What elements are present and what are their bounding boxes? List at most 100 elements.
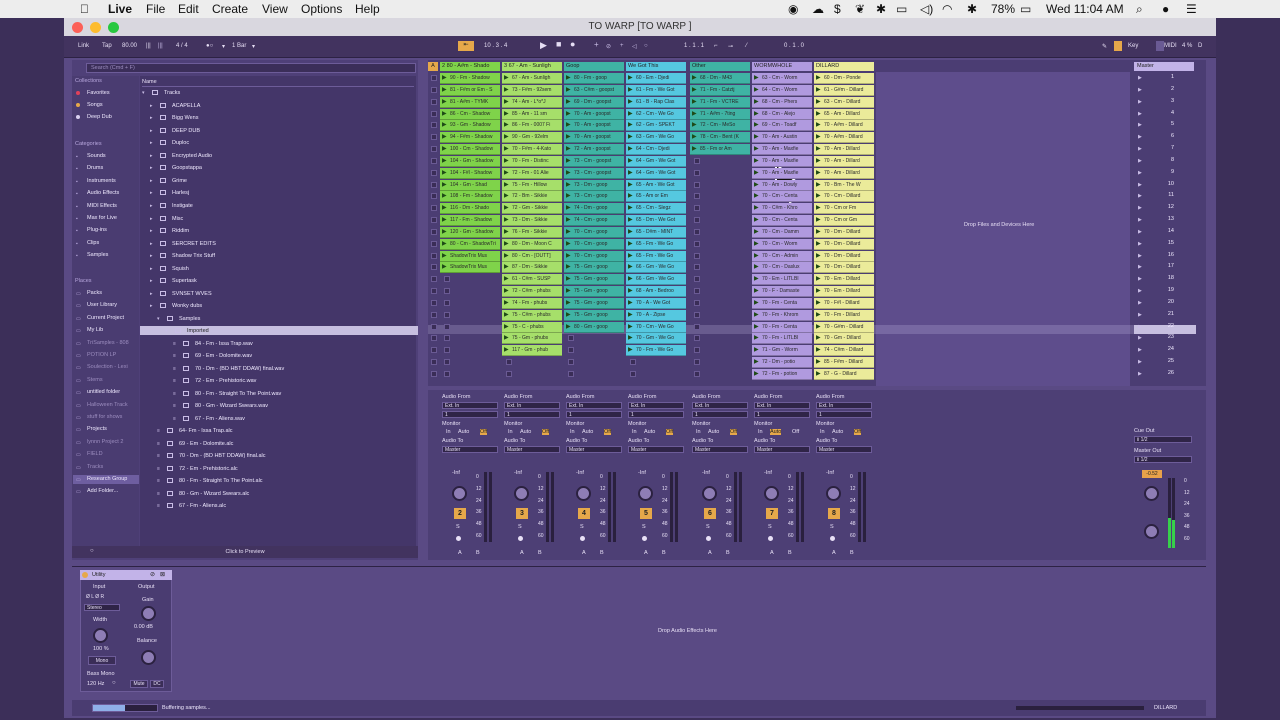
clip-slot[interactable]: 74 - Am - L*o*J [502,96,562,108]
audio-to-select[interactable]: Master [816,446,872,453]
scene-launch-icon[interactable]: ▶ [1138,193,1142,199]
track-a-slot-button[interactable] [431,335,437,342]
monitor-off-button[interactable]: Off [730,429,738,435]
cloud-icon[interactable]: ☁ [812,2,824,16]
browser-tree-item[interactable]: Harlesj [172,190,189,196]
clip-slot[interactable]: 93 - Gm - Shadow [440,120,500,132]
monitor-auto-button[interactable]: Auto [458,429,469,435]
clip-slot[interactable]: 62 - Gm - SPEKT [626,120,686,132]
empty-clip-slot-button[interactable] [694,299,700,306]
monitor-off-button[interactable]: Off [542,429,550,435]
browser-tree-item[interactable]: SERCRET EDITS [172,241,216,247]
browser-tree-item[interactable]: ACAPELLA [172,103,200,109]
clip-slot[interactable]: 65 - Am - Dillard [814,108,874,120]
browser-tree-item[interactable]: SVNSET WVES [172,291,212,297]
scene-number[interactable]: 22 [1162,323,1174,329]
category-item[interactable]: Instruments [87,178,116,184]
search-icon[interactable]: ⌕ [1136,2,1143,17]
scene-launch-icon[interactable]: ▶ [1138,134,1142,140]
bluetooth-2-icon[interactable]: ✱ [967,2,977,16]
clip-slot[interactable]: 86 - Cm - Shadow [440,108,500,120]
clip-slot[interactable]: 72 - Am - goopst [564,144,624,156]
cue-out-select[interactable]: ii 1/2 [1134,436,1192,443]
clip-slot[interactable]: 66 - Gm - We Go [626,262,686,274]
leaf-icon[interactable]: ❦ [855,2,865,16]
clip-slot[interactable]: 70 - Am - Maxfie [752,167,812,179]
scene-launch-icon[interactable]: ▶ [1138,359,1142,365]
clip-slot[interactable]: 66 - Gm - We Go [626,274,686,286]
menu-file[interactable]: File [146,2,165,16]
category-item[interactable]: MIDI Effects [87,203,117,209]
tempo-field[interactable]: 80.00 [122,43,137,49]
input-channel-select[interactable]: 1 [692,411,748,418]
scene-launch-icon[interactable]: ▶ [1138,205,1142,211]
empty-clip-slot-button[interactable] [506,371,512,377]
tree-expander-icon[interactable]: ▸ [150,266,153,272]
empty-clip-slot-button[interactable] [444,276,450,283]
drop-area[interactable] [876,72,1130,386]
zoom-window-button[interactable] [108,22,119,33]
clip-slot[interactable]: 60 - Em - Djedi [626,73,686,84]
scene-launch-icon[interactable]: ▶ [1138,182,1142,188]
clip-slot[interactable]: 68 - Cm - Alejo [752,108,812,120]
clip-slot[interactable]: 63 - Cm - Dillard [814,96,874,108]
track-a-slot-button[interactable] [431,98,437,105]
arm-button[interactable] [830,536,835,541]
battery-icon[interactable]: ▭ [1020,2,1031,16]
crossfade-a-button[interactable]: A [832,550,836,556]
volume-readout[interactable]: -Inf [452,470,460,476]
device-settings-icon[interactable]: ⊘ [150,571,155,578]
clip-slot[interactable]: 108 - Fm - Shadow [440,191,500,203]
monitor-auto-button[interactable]: Auto [644,429,655,435]
clip-slot[interactable]: 70 - Cm - Worm [752,238,812,250]
clip-slot[interactable]: 75 - Gm - goop [564,274,624,286]
browser-tree-item[interactable]: 80 - Fm - Straight To The Point.wav [195,391,281,397]
clip-slot[interactable]: 70 - Cm - We Go [626,321,686,333]
empty-clip-slot-button[interactable] [694,181,700,188]
quantize-select[interactable]: 1 Bar [232,43,246,49]
empty-clip-slot-button[interactable] [694,157,700,164]
volume-readout[interactable]: -Inf [576,470,584,476]
empty-clip-slot-button[interactable] [444,359,450,366]
scene-number[interactable]: 14 [1162,228,1174,234]
track-a-slot-button[interactable] [431,264,437,271]
link-button[interactable]: Link [78,43,89,49]
clip-slot[interactable]: 70 - Fm - We Go [626,345,686,357]
track-activator[interactable]: 3 [516,508,528,519]
menu-edit[interactable]: Edit [178,2,199,16]
category-item[interactable]: Max for Live [87,215,117,221]
clip-slot[interactable]: 72 - Fm - potion [752,369,812,380]
monitor-in-button[interactable]: In [570,429,575,435]
clip-slot[interactable]: 64 - Gm - We Got [626,155,686,167]
dc-button[interactable]: DC [150,680,164,688]
clip-slot[interactable]: 72 - Gm - Sikkie [502,203,562,215]
width-value[interactable]: 100 % [93,646,109,652]
place-item[interactable]: Packs [87,290,102,296]
solo-button[interactable]: S [456,524,460,530]
clip-slot[interactable]: 120 - Gm - Shadow [440,226,500,238]
crossfade-b-button[interactable]: B [726,550,730,556]
category-item[interactable]: Samples [87,252,108,258]
monitor-in-button[interactable]: In [508,429,513,435]
clip-slot[interactable]: 70 - A#m - Dillard [814,120,874,132]
audio-from-select[interactable]: Ext. In [816,402,872,409]
clip-slot[interactable]: 75 - Fm - Hillow [502,179,562,191]
tree-expander-icon[interactable]: ≡ [173,341,176,347]
clip-slot[interactable]: 64 - Gm - We Got [626,167,686,179]
input-channel-select[interactable]: 1 [504,411,560,418]
collection-item[interactable]: Favorites [87,90,110,96]
pan-knob[interactable] [514,486,529,501]
clip-slot[interactable]: 70 - Fm - Distinc [502,155,562,167]
play-button[interactable]: ▶ [540,40,547,51]
volume-readout[interactable]: -Inf [764,470,772,476]
channel-mode-select[interactable]: Stereo [84,604,120,611]
track-activator[interactable]: 5 [640,508,652,519]
clip-slot[interactable]: 69 - Cm - Toadf [752,120,812,132]
empty-clip-slot-button[interactable] [444,371,450,377]
bars-icon[interactable]: ||| [158,43,163,49]
balance-knob[interactable] [141,650,156,665]
scene-number[interactable]: 11 [1162,192,1174,198]
clip-slot[interactable]: 70 - Am - goopst [564,108,624,120]
clip-slot[interactable]: 70 - Fm - LITLBI [752,333,812,345]
scene-launch-icon[interactable]: ▶ [1138,347,1142,353]
